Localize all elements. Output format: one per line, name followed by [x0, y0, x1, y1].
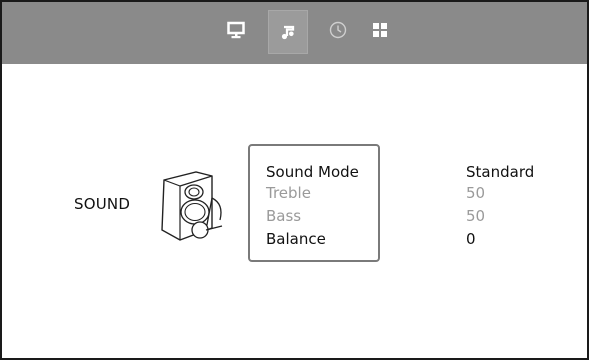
balance-label[interactable]: Balance — [266, 230, 326, 248]
grid-icon — [373, 23, 387, 37]
tab-picture[interactable] — [222, 16, 250, 44]
tab-bar — [2, 2, 587, 64]
tab-apps[interactable] — [366, 16, 394, 44]
music-note-icon — [281, 25, 295, 40]
monitor-icon — [227, 21, 245, 39]
settings-screen: SOUND Sound Mode Standard Treble 50 Bass… — [0, 0, 589, 360]
balance-value[interactable]: 0 — [466, 230, 476, 248]
speaker-icon — [161, 171, 223, 241]
tab-sound[interactable] — [268, 10, 308, 54]
sound-mode-value[interactable]: Standard — [466, 163, 534, 181]
treble-value: 50 — [466, 184, 486, 202]
treble-label: Treble — [266, 184, 311, 202]
bass-label: Bass — [266, 207, 302, 225]
bass-value: 50 — [466, 207, 486, 225]
section-title: SOUND — [74, 195, 131, 213]
clock-icon — [329, 21, 347, 39]
tab-time[interactable] — [324, 16, 352, 44]
sound-mode-label[interactable]: Sound Mode — [266, 163, 359, 181]
